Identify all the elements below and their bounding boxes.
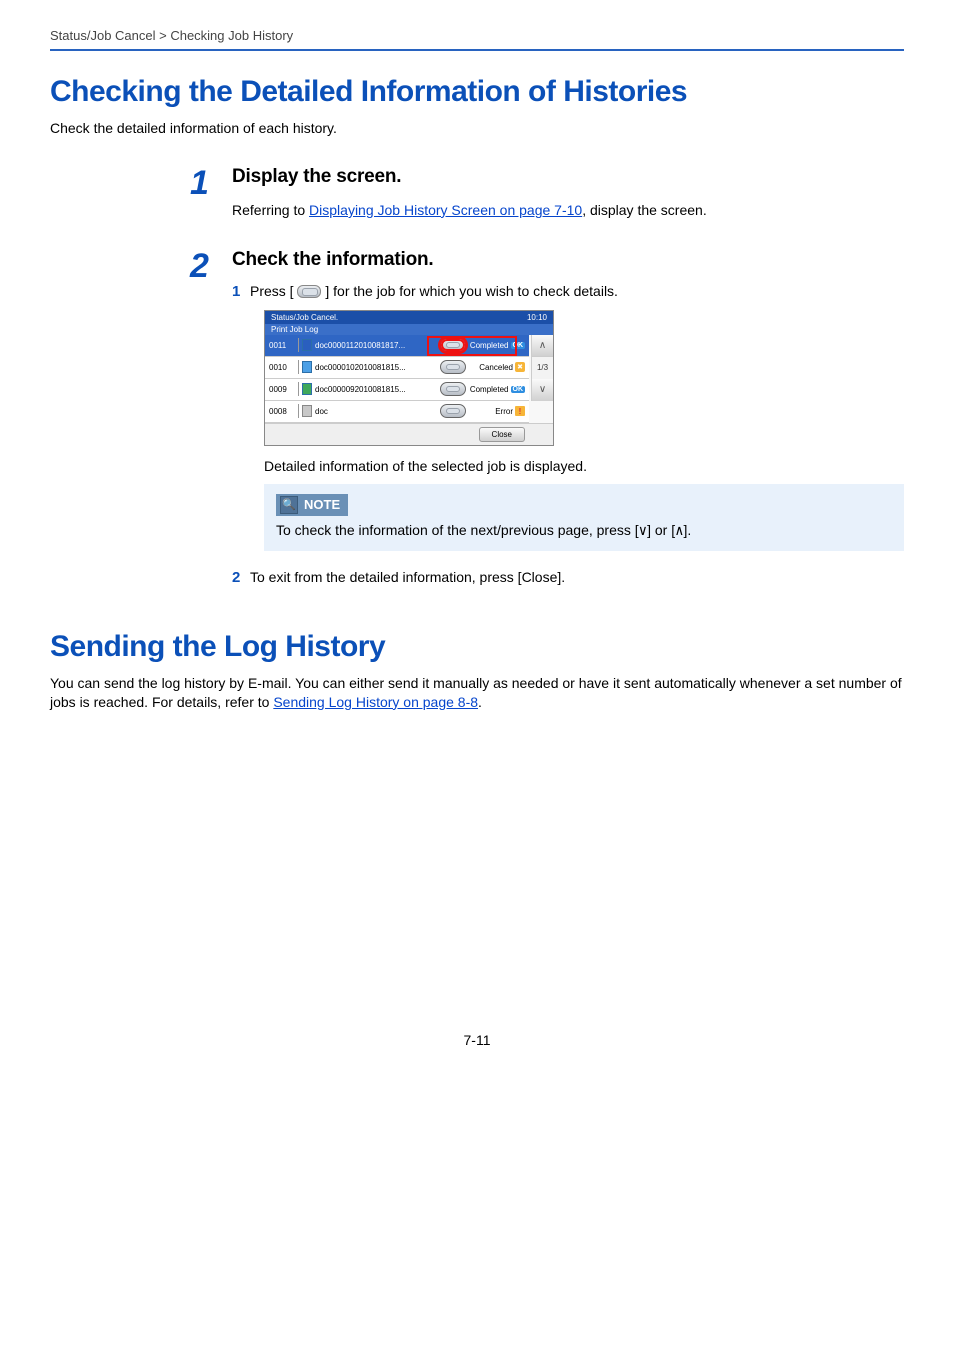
section2-body: You can send the log history by E-mail. … (50, 674, 904, 712)
page-number: 7-11 (50, 1032, 904, 1048)
section-title-sending: Sending the Log History (50, 630, 904, 664)
note-text: To check the information of the next/pre… (276, 522, 892, 539)
after-screenshot-text: Detailed information of the selected job… (264, 458, 904, 474)
step-number-1: 1 (190, 166, 224, 200)
job-id: 0011 (269, 341, 295, 350)
doc-icon (302, 383, 312, 395)
job-name: doc0000092010081815... (315, 385, 437, 394)
status-text: Completed (470, 385, 509, 394)
table-row[interactable]: 0008 doc Error ! (265, 401, 529, 423)
table-row[interactable]: 0011 doc0000112010081817... Completed OK (265, 335, 529, 357)
step-number-2: 2 (190, 249, 224, 283)
job-status: Canceled ✖ (469, 362, 525, 372)
table-row[interactable]: 0010 doc0000102010081815... Canceled ✖ (265, 357, 529, 379)
substep-2: 2 To exit from the detailed information,… (232, 569, 904, 586)
note-icon: 🔍 (280, 496, 298, 514)
status-text: Canceled (479, 363, 513, 372)
job-id: 0010 (269, 363, 295, 372)
table-row[interactable]: 0009 doc0000092010081815... Completed OK (265, 379, 529, 401)
step-2: 2 Check the information. 1 Press [ ] for… (190, 249, 904, 596)
note-mid: ] or [ (647, 522, 675, 538)
substep-1-prefix: Press [ (250, 283, 294, 299)
detail-icon (297, 285, 321, 298)
note-box: 🔍 NOTE To check the information of the n… (264, 484, 904, 551)
step-1-body-prefix: Referring to (232, 202, 309, 218)
sc-rows: 0011 doc0000112010081817... Completed OK (265, 335, 553, 423)
detail-button[interactable] (440, 338, 466, 352)
step-1-body: Referring to Displaying Job History Scre… (232, 200, 904, 221)
status-text: Completed (470, 341, 509, 350)
note-label: 🔍 NOTE (276, 494, 348, 516)
job-status: Error ! (469, 406, 525, 416)
substep-1-text: Press [ ] for the job for which you wish… (250, 283, 618, 299)
section2-suffix: . (478, 694, 482, 710)
substep-2-text: To exit from the detailed information, p… (250, 569, 565, 585)
detail-button[interactable] (440, 360, 466, 374)
job-name: doc0000102010081815... (315, 363, 437, 372)
job-status: Completed OK (469, 385, 525, 394)
note-prefix: To check the information of the next/pre… (276, 522, 639, 538)
status-badge-cancel: ✖ (515, 362, 525, 372)
status-text: Error (495, 407, 513, 416)
doc-icon (302, 405, 312, 417)
doc-icon (302, 361, 312, 373)
substep-1: 1 Press [ ] for the job for which you wi… (232, 283, 904, 300)
job-id: 0008 (269, 407, 295, 416)
breadcrumb: Status/Job Cancel > Checking Job History (50, 28, 904, 51)
divider (298, 382, 299, 396)
sc-scroll: ∧ 1/3 ∨ (531, 335, 553, 401)
chevron-up-icon: ∧ (675, 523, 683, 539)
step-1: 1 Display the screen. Referring to Displ… (190, 166, 904, 221)
chevron-down-icon: ∨ (639, 523, 647, 539)
sc-header-time: 10:10 (527, 313, 547, 322)
note-suffix: ]. (684, 522, 692, 538)
substep-1-suffix: ] for the job for which you wish to chec… (325, 283, 618, 299)
substep-1-num: 1 (232, 283, 250, 300)
status-badge-ok: OK (511, 342, 526, 349)
status-badge-ok: OK (511, 386, 526, 393)
doc-icon (302, 339, 312, 351)
divider (298, 338, 299, 352)
link-sending-log-history[interactable]: Sending Log History on page 8-8 (273, 694, 478, 710)
job-status: Completed OK (469, 341, 525, 350)
screenshot-print-job-log: Status/Job Cancel. 10:10 Print Job Log 0… (264, 310, 904, 446)
link-displaying-job-history[interactable]: Displaying Job History Screen on page 7-… (309, 202, 582, 218)
scroll-down-button[interactable]: ∨ (532, 379, 553, 401)
step-1-heading: Display the screen. (232, 166, 904, 188)
note-label-text: NOTE (304, 497, 340, 512)
sc-tab-label: Print Job Log (265, 324, 553, 335)
divider (298, 360, 299, 374)
section-title-histories: Checking the Detailed Information of His… (50, 75, 904, 109)
step-2-heading: Check the information. (232, 249, 904, 271)
status-badge-error: ! (515, 406, 525, 416)
job-name: doc (315, 407, 437, 416)
substep-2-num: 2 (232, 569, 250, 586)
page-indicator: 1/3 (532, 357, 553, 379)
scroll-up-button[interactable]: ∧ (532, 335, 553, 357)
close-button[interactable]: Close (479, 427, 525, 442)
sc-header-left: Status/Job Cancel. (271, 313, 338, 322)
job-name: doc0000112010081817... (315, 341, 437, 350)
job-id: 0009 (269, 385, 295, 394)
detail-button[interactable] (440, 404, 466, 418)
section-intro: Check the detailed information of each h… (50, 119, 904, 138)
step-1-body-suffix: , display the screen. (582, 202, 707, 218)
divider (298, 404, 299, 418)
detail-button[interactable] (440, 382, 466, 396)
